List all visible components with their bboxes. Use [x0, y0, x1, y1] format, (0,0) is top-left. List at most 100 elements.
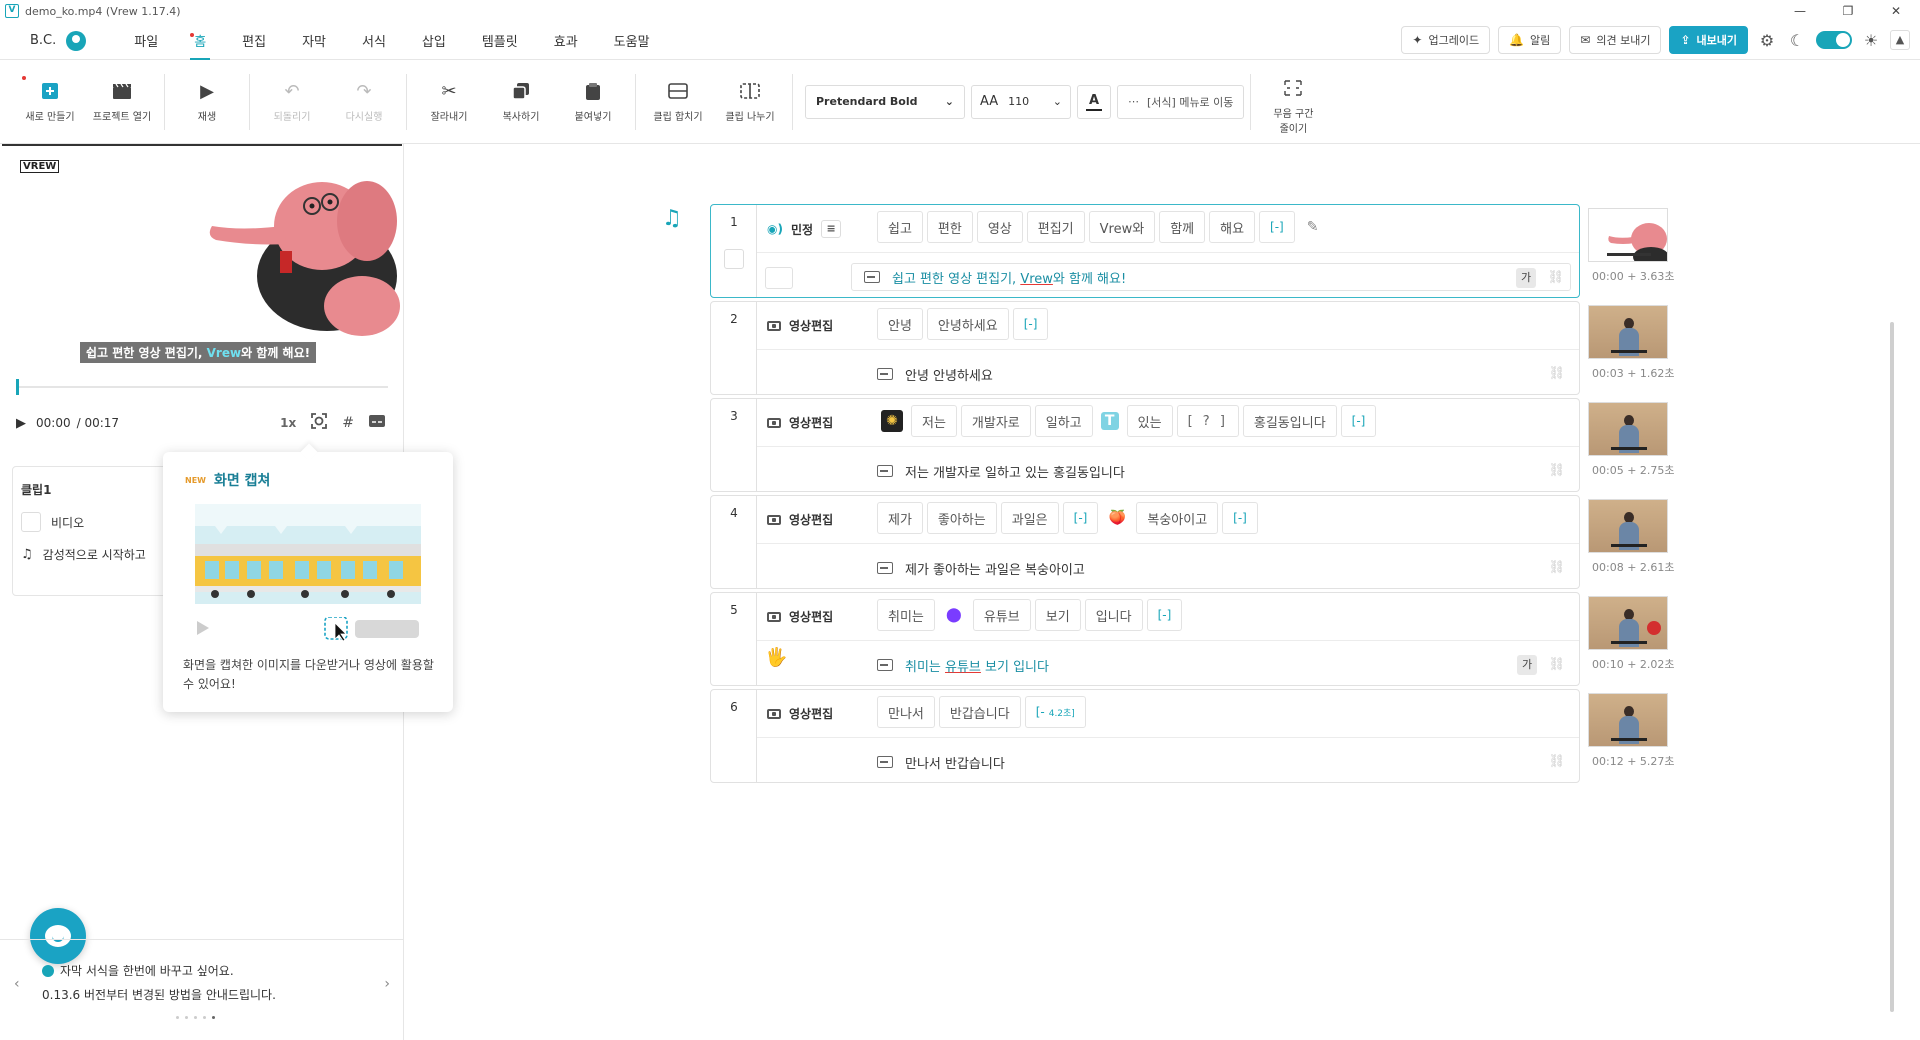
vertical-scrollbar[interactable]: [1890, 322, 1894, 1012]
tip-prev-button[interactable]: ‹: [14, 976, 20, 992]
menu-insert[interactable]: 삽입: [404, 22, 464, 60]
link-icon[interactable]: ⛓: [1547, 270, 1564, 285]
silence-gap-chip[interactable]: [-]: [1146, 599, 1183, 631]
clip-row[interactable]: 3 영상편집 ✺ 저는 개발자로 일하고 T 있는[ ? ] 홍길동입니다 [-] 저는 개발자로 …: [710, 398, 1580, 492]
word-chip[interactable]: 함께: [1159, 211, 1206, 243]
link-icon[interactable]: ⛓: [1548, 463, 1565, 478]
word-chip[interactable]: Vrew와: [1088, 211, 1156, 243]
font-size-select[interactable]: AA 110 ⌄: [971, 84, 1071, 119]
speaker-label[interactable]: 영상편집: [767, 608, 833, 625]
menu-template[interactable]: 템플릿: [464, 22, 536, 60]
word-chip[interactable]: 제가: [877, 502, 923, 534]
video-track-row[interactable]: 비디오: [21, 512, 171, 532]
word-chip[interactable]: [ ? ]: [1176, 405, 1239, 437]
silence-gap-chip[interactable]: [-]: [1340, 405, 1377, 437]
pencil-icon[interactable]: ✎: [1307, 219, 1319, 235]
merge-clips-button[interactable]: 클립 합치기: [642, 80, 714, 123]
subtitle-text[interactable]: 취미는 유튜브 보기 입니다: [905, 656, 1049, 675]
clip-row[interactable]: 5 영상편집 취미는 ⬤ 유튜브 보기 입니다 [-] 🖐 취미는 유튜브 보기 입니다 가 ⛓: [710, 592, 1580, 686]
word-chip[interactable]: 편한: [926, 211, 973, 243]
theme-toggle[interactable]: [1816, 31, 1852, 49]
word-chip[interactable]: 입니다: [1084, 599, 1143, 631]
clip-thumbnail[interactable]: [1588, 208, 1668, 262]
export-button[interactable]: ⇪ 내보내기: [1669, 26, 1748, 54]
play-icon[interactable]: ▶: [16, 416, 26, 431]
word-chip[interactable]: 복숭아이고: [1136, 502, 1219, 534]
word-chip[interactable]: 만나서: [877, 696, 935, 728]
menu-effects[interactable]: 효과: [536, 22, 596, 60]
split-clip-button[interactable]: 클립 나누기: [714, 80, 786, 123]
subtitle-text[interactable]: 제가 좋아하는 과일은 복숭아이고: [905, 559, 1085, 578]
reduce-silence-button[interactable]: 무음 구간 줄이기: [1257, 77, 1329, 135]
pagination-dot-active[interactable]: [212, 1016, 215, 1019]
subtitle-toggle-icon[interactable]: [368, 414, 386, 432]
word-chip[interactable]: 좋아하는: [926, 502, 997, 534]
tip-next-button[interactable]: ›: [384, 976, 390, 992]
cut-button[interactable]: ✂ 잘라내기: [413, 80, 485, 124]
minimize-button[interactable]: —: [1776, 0, 1824, 22]
clip-thumbnail[interactable]: [1588, 693, 1668, 747]
word-chip[interactable]: 안녕: [877, 308, 923, 340]
clip-media-slot[interactable]: [765, 267, 793, 289]
speaker-menu-icon[interactable]: ≡: [821, 220, 842, 238]
silence-gap-chip[interactable]: [-]: [1222, 502, 1258, 534]
pagination-dot[interactable]: [176, 1016, 179, 1019]
clip-row[interactable]: 2 영상편집 안녕 안녕하세요 [-] 안녕 안녕하세요 ⛓: [710, 301, 1580, 395]
purple-sticker-icon[interactable]: ⬤: [943, 604, 965, 626]
silence-gap-chip[interactable]: [- 4.2초]: [1024, 696, 1086, 728]
restore-button[interactable]: ❐: [1824, 0, 1872, 22]
video-preview[interactable]: VREW 쉽고 편한 영상 편집기, Vrew와 함께 해요!: [2, 144, 402, 369]
link-icon[interactable]: ⛓: [1548, 754, 1565, 769]
subtitle-line[interactable]: 제가 좋아하는 과일은 복숭아이고 ⛓: [877, 554, 1571, 582]
music-track-row[interactable]: ♫ 감성적으로 시작하고: [21, 546, 171, 563]
word-chip[interactable]: 저는: [911, 405, 957, 437]
video-checkbox[interactable]: [21, 512, 41, 532]
subtitle-line[interactable]: 취미는 유튜브 보기 입니다 가 ⛓: [877, 651, 1571, 679]
subtitle-line[interactable]: 쉽고 편한 영상 편집기, Vrew와 함께 해요! 가 ⛓: [851, 263, 1571, 291]
silence-gap-chip[interactable]: [-]: [1012, 308, 1049, 340]
word-chip[interactable]: 유튜브: [972, 599, 1031, 631]
goto-format-menu-button[interactable]: ⋯ [서식] 메뉴로 이동: [1117, 84, 1245, 119]
collapse-ribbon-button[interactable]: ▲: [1890, 30, 1910, 50]
word-chip[interactable]: 일하고: [1034, 405, 1093, 437]
menu-file[interactable]: 파일: [116, 22, 176, 60]
word-chip[interactable]: 취미는: [877, 599, 935, 631]
subtitle-text[interactable]: 쉽고 편한 영상 편집기, Vrew와 함께 해요!: [892, 268, 1126, 287]
upgrade-button[interactable]: ✦ 업그레이드: [1401, 26, 1491, 54]
link-icon[interactable]: ⛓: [1548, 366, 1565, 381]
subtitle-line[interactable]: 만나서 반갑습니다 ⛓: [877, 748, 1571, 776]
link-icon[interactable]: ⛓: [1548, 657, 1565, 672]
silence-gap-chip[interactable]: [-]: [1259, 211, 1295, 243]
gear-icon[interactable]: ⚙: [1756, 31, 1778, 50]
word-chip[interactable]: 안녕하세요: [926, 308, 1009, 340]
paste-button[interactable]: 붙여넣기: [557, 80, 629, 123]
clip-row[interactable]: 6 영상편집 만나서 반갑습니다 [- 4.2초] 만나서 반갑습니다 ⛓: [710, 689, 1580, 783]
menu-subtitle[interactable]: 자막: [284, 22, 344, 60]
font-color-button[interactable]: A: [1077, 84, 1111, 119]
speaker-label[interactable]: 영상편집: [767, 317, 833, 334]
menu-edit[interactable]: 편집: [224, 22, 284, 60]
subtitle-text[interactable]: 저는 개발자로 일하고 있는 홍길동입니다: [905, 462, 1125, 481]
music-note-icon[interactable]: ♫: [662, 206, 688, 232]
word-chip[interactable]: 과일은: [1000, 502, 1059, 534]
redo-button[interactable]: ↷ 다시실행: [328, 80, 400, 124]
close-button[interactable]: ✕: [1872, 0, 1920, 22]
clip-thumbnail[interactable]: [1588, 499, 1668, 553]
text-insert-icon[interactable]: T: [1100, 412, 1119, 430]
grid-icon[interactable]: #: [342, 415, 354, 431]
speaker-label[interactable]: 영상편집: [767, 414, 833, 431]
subtitle-style-button[interactable]: 가: [1517, 655, 1537, 675]
pagination-dot[interactable]: [203, 1016, 206, 1019]
subtitle-text[interactable]: 안녕 안녕하세요: [905, 365, 993, 384]
speaker-label[interactable]: 영상편집: [767, 511, 833, 528]
subtitle-line[interactable]: 안녕 안녕하세요 ⛓: [877, 360, 1571, 388]
sparkle-sticker-icon[interactable]: ✺: [881, 410, 903, 432]
clip-checkbox[interactable]: [724, 249, 744, 269]
menu-help[interactable]: 도움말: [596, 22, 668, 60]
word-chip[interactable]: 편집기: [1026, 211, 1085, 243]
playback-speed[interactable]: 1x: [280, 416, 296, 430]
subtitle-line[interactable]: 저는 개발자로 일하고 있는 홍길동입니다 ⛓: [877, 457, 1571, 485]
word-chip[interactable]: 영상: [976, 211, 1023, 243]
speaker-label[interactable]: 영상편집: [767, 705, 833, 722]
subtitle-style-button[interactable]: 가: [1516, 268, 1536, 288]
